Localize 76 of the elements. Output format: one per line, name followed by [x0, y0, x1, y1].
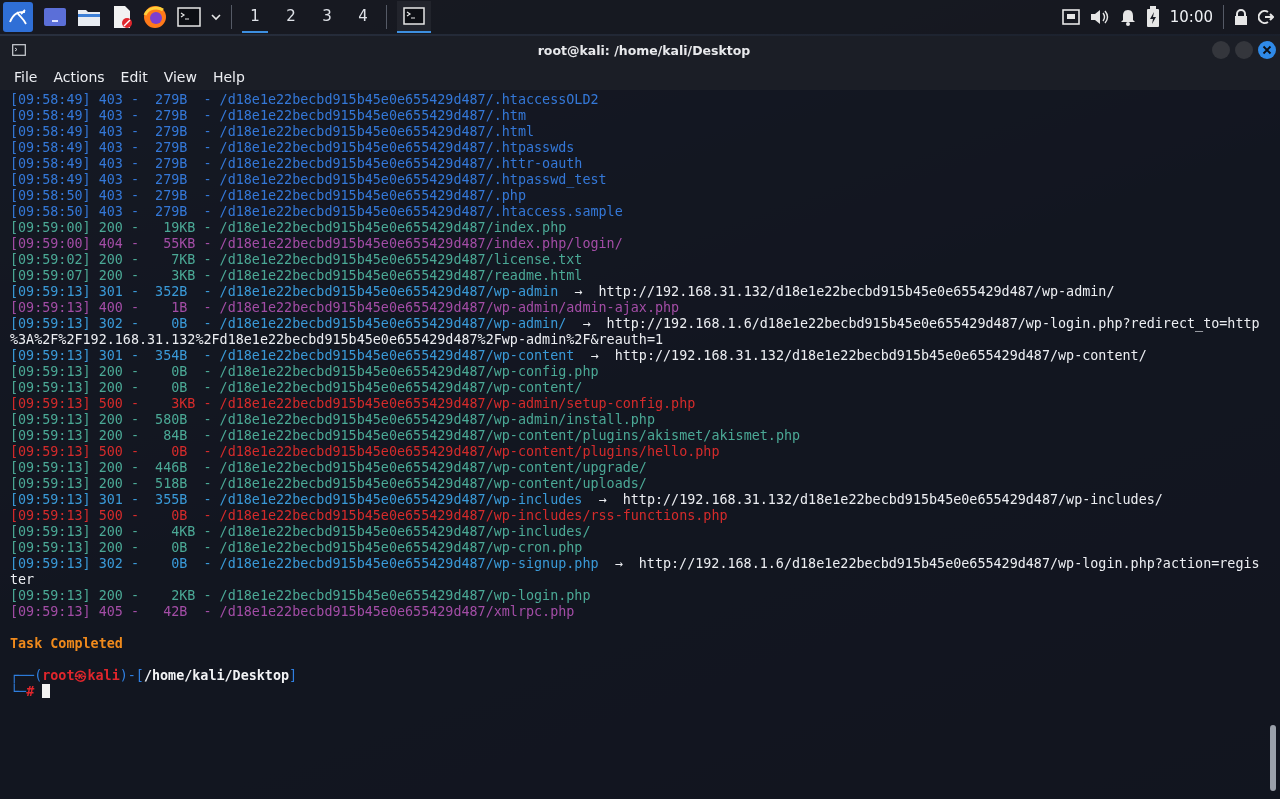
workspace-button[interactable]: 2: [278, 1, 304, 33]
close-icon[interactable]: [1258, 41, 1276, 59]
menu-item[interactable]: View: [155, 69, 205, 85]
redirect-url: → http://192.168.1.6/d18e1e22becbd915b45e0e655429d487/wp-login.php?redirect_to=http: [582, 316, 1260, 331]
terminal-task-button[interactable]: [397, 1, 431, 33]
workspace-button[interactable]: 1: [242, 1, 268, 33]
log-line: [09:59:13] 400 - 1B - /d18e1e22becbd915b45e0e655429d487/wp-admin/admin-ajax.php: [10, 300, 680, 315]
folder-icon[interactable]: [77, 7, 101, 27]
terminal-icon: [403, 7, 425, 25]
window-title: root@kali: /home/kali/Desktop: [537, 42, 751, 58]
menu-item[interactable]: File: [6, 69, 46, 85]
kali-menu-button[interactable]: [3, 2, 33, 32]
menu-item[interactable]: Edit: [112, 69, 156, 85]
workspace-button[interactable]: 4: [350, 1, 376, 33]
log-line: [09:58:49] 403 - 279B - /d18e1e22becbd915b45e0e655429d487/.htpasswd_test: [10, 172, 607, 187]
browser-icon[interactable]: [143, 5, 167, 29]
battery-charging-icon[interactable]: [1145, 6, 1160, 28]
caret-icon[interactable]: [211, 13, 221, 21]
prompt-user: root㉿kali: [42, 668, 120, 683]
log-line: [09:59:13] 200 - 4KB - /d18e1e22becbd915b45e0e655429d487/wp-includes/: [10, 524, 591, 539]
scrollbar-thumb[interactable]: [1270, 725, 1276, 791]
volume-icon[interactable]: [1089, 9, 1110, 25]
log-line: [09:58:49] 403 - 279B - /d18e1e22becbd915b45e0e655429d487/.htaccessOLD2: [10, 92, 599, 107]
redirect-url: → http://192.168.31.132/d18e1e22becbd915b45e0e655429d487/wp-includes/: [598, 492, 1163, 507]
log-line: [09:59:13] 200 - 446B - /d18e1e22becbd915b45e0e655429d487/wp-content/upgrade/: [10, 460, 647, 475]
redirect-url: → http://192.168.31.132/d18e1e22becbd915b45e0e655429d487/wp-admin/: [574, 284, 1115, 299]
log-line: [09:59:13] 405 - 42B - /d18e1e22becbd915b45e0e655429d487/xmlrpc.php: [10, 604, 575, 619]
log-line: [09:58:49] 403 - 279B - /d18e1e22becbd915b45e0e655429d487/.htpasswds: [10, 140, 575, 155]
desktop-icon[interactable]: [43, 7, 67, 27]
log-line: [09:59:13] 200 - 518B - /d18e1e22becbd915b45e0e655429d487/wp-content/uploads/: [10, 476, 647, 491]
redirect-url: → http://192.168.1.6/d18e1e22becbd915b45e0e655429d487/wp-login.php?action=regis: [614, 556, 1260, 571]
log-line: [09:59:07] 200 - 3KB - /d18e1e22becbd915b45e0e655429d487/readme.html: [10, 268, 583, 283]
log-line: [09:59:13] 200 - 0B - /d18e1e22becbd915b45e0e655429d487/wp-content/: [10, 380, 583, 395]
prompt-border: ]: [289, 668, 298, 683]
log-line: ter: [10, 572, 35, 587]
log-line: [09:58:49] 403 - 279B - /d18e1e22becbd915b45e0e655429d487/.html: [10, 124, 535, 139]
clock[interactable]: 10:00: [1169, 8, 1213, 26]
log-line: [09:59:00] 404 - 55KB - /d18e1e22becbd915b45e0e655429d487/index.php/login/: [10, 236, 623, 251]
log-line: [09:59:13] 200 - 0B - /d18e1e22becbd915b45e0e655429d487/wp-cron.php: [10, 540, 583, 555]
log-line: [09:59:13] 301 - 352B - /d18e1e22becbd915b45e0e655429d487/wp-admin: [10, 284, 559, 299]
log-line: %3A%2F%2F192.168.31.132%2Fd18e1e22becbd915b45e0e655429d487%2Fwp-admin%2F&reauth=1: [10, 332, 663, 347]
menu-item[interactable]: Help: [204, 69, 253, 85]
log-line: [09:59:13] 301 - 354B - /d18e1e22becbd915b45e0e655429d487/wp-content: [10, 348, 575, 363]
terminal-icon: [12, 44, 26, 56]
log-line: [09:58:49] 403 - 279B - /d18e1e22becbd915b45e0e655429d487/.htm: [10, 108, 526, 123]
workspace-button[interactable]: 3: [314, 1, 340, 33]
bell-icon[interactable]: [1119, 8, 1136, 26]
lock-icon[interactable]: [1234, 8, 1248, 26]
prompt-path: /home/kali/Desktop: [143, 668, 290, 683]
log-line: [09:59:13] 200 - 0B - /d18e1e22becbd915b45e0e655429d487/wp-config.php: [10, 364, 599, 379]
log-line: [09:59:00] 200 - 19KB - /d18e1e22becbd915b45e0e655429d487/index.php: [10, 220, 567, 235]
prompt-border: ┌──(: [10, 668, 43, 683]
log-line: [09:58:50] 403 - 279B - /d18e1e22becbd915b45e0e655429d487/.php: [10, 188, 526, 203]
text-editor-icon[interactable]: [111, 5, 133, 29]
menu-item[interactable]: Actions: [45, 69, 113, 85]
log-line: Task Completed: [10, 636, 123, 652]
prompt-border: └─: [10, 684, 27, 699]
log-line: [09:59:13] 500 - 3KB - /d18e1e22becbd915b45e0e655429d487/wp-admin/setup-config.php: [10, 396, 696, 411]
log-line: [09:59:02] 200 - 7KB - /d18e1e22becbd915b45e0e655429d487/license.txt: [10, 252, 583, 267]
prompt-symbol: #: [26, 684, 35, 699]
terminal-icon[interactable]: [177, 7, 201, 27]
network-icon[interactable]: [1061, 9, 1080, 25]
prompt-border: )-[: [119, 668, 144, 683]
log-line: [09:59:13] 301 - 355B - /d18e1e22becbd915b45e0e655429d487/wp-includes: [10, 492, 583, 507]
log-line: [09:59:13] 200 - 84B - /d18e1e22becbd915b45e0e655429d487/wp-content/plugins/akismet/akismet.php: [10, 428, 801, 443]
redirect-url: → http://192.168.31.132/d18e1e22becbd915b45e0e655429d487/wp-content/: [590, 348, 1147, 363]
log-line: [09:59:13] 500 - 0B - /d18e1e22becbd915b45e0e655429d487/wp-content/plugins/hello.php: [10, 444, 720, 459]
log-line: [09:58:49] 403 - 279B - /d18e1e22becbd915b45e0e655429d487/.httr-oauth: [10, 156, 583, 171]
log-line: [09:59:13] 200 - 580B - /d18e1e22becbd915b45e0e655429d487/wp-admin/install.php: [10, 412, 655, 427]
log-line: [09:59:13] 302 - 0B - /d18e1e22becbd915b45e0e655429d487/wp-admin/: [10, 316, 567, 331]
log-line: [09:59:13] 200 - 2KB - /d18e1e22becbd915b45e0e655429d487/wp-login.php: [10, 588, 591, 603]
logout-icon[interactable]: [1258, 9, 1274, 25]
text-cursor: [42, 684, 51, 698]
log-line: [09:59:13] 500 - 0B - /d18e1e22becbd915b45e0e655429d487/wp-includes/rss-functions.php: [10, 508, 728, 523]
log-line: [09:59:13] 302 - 0B - /d18e1e22becbd915b45e0e655429d487/wp-signup.php: [10, 556, 599, 571]
log-line: [09:58:50] 403 - 279B - /d18e1e22becbd915b45e0e655429d487/.htaccess.sample: [10, 204, 623, 219]
